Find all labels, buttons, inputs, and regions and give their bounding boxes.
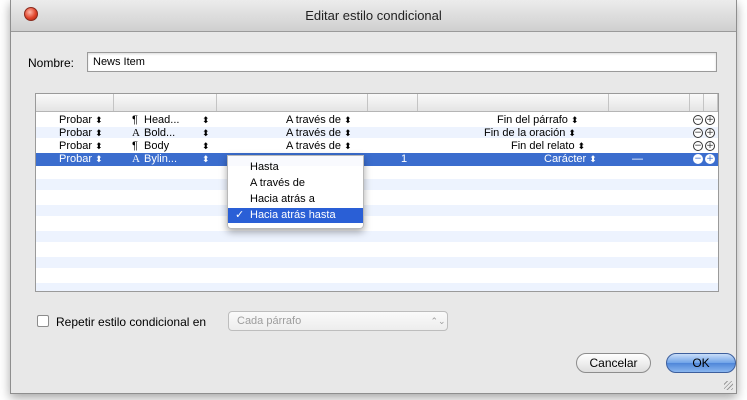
test-popup[interactable]: Probar ⬍ — [59, 128, 103, 139]
test-popup[interactable]: Probar ⬍ — [59, 154, 103, 165]
repeat-label: Repetir estilo condicional en — [56, 315, 207, 329]
checkmark-icon: ✓ — [235, 209, 245, 221]
menu-item-hacia-atras-hasta[interactable]: ✓ Hacia atrás hasta — [228, 208, 363, 223]
column-header[interactable] — [704, 94, 718, 111]
count-field[interactable]: 1 — [401, 154, 407, 165]
add-row-icon[interactable]: + — [705, 128, 715, 138]
window-title: Editar estilo condicional — [305, 8, 442, 23]
pilcrow-icon: ¶ — [132, 114, 138, 126]
style-popup[interactable]: Bylin... — [144, 154, 177, 165]
add-row-icon[interactable]: + — [705, 154, 715, 164]
unit-popup[interactable]: Fin del párrafo ⬍ — [497, 115, 579, 126]
add-row-icon[interactable]: + — [705, 115, 715, 125]
repeat-checkbox[interactable] — [37, 315, 49, 327]
resize-grip-icon[interactable] — [724, 381, 733, 390]
menu-item-a-traves-de[interactable]: A través de — [228, 176, 363, 191]
menu-item-hacia-atras-a[interactable]: Hacia atrás a — [228, 192, 363, 207]
table-row — [36, 205, 718, 216]
table-row — [36, 257, 718, 268]
relation-popup[interactable]: A través de ⬍ — [286, 141, 352, 152]
table-header — [36, 94, 718, 112]
test-popup[interactable]: Probar ⬍ — [59, 141, 103, 152]
menu-item-hasta[interactable]: Hasta — [228, 160, 363, 175]
unit-popup[interactable]: Fin de la oración ⬍ — [484, 128, 576, 139]
table-row — [36, 283, 718, 291]
character-style-icon: A — [132, 127, 140, 139]
column-header[interactable] — [690, 94, 704, 111]
test-popup[interactable]: Probar ⬍ — [59, 115, 103, 126]
column-header[interactable] — [217, 94, 368, 111]
name-label: Nombre: — [28, 56, 75, 70]
unit-popup[interactable]: Fin del relato ⬍ — [511, 141, 585, 152]
add-row-icon[interactable]: + — [705, 141, 715, 151]
pilcrow-icon: ¶ — [132, 140, 138, 152]
updown-arrows-icon[interactable]: ⬍ — [202, 128, 210, 139]
updown-arrows-icon[interactable]: ⬍ — [202, 141, 210, 152]
table-row — [36, 179, 718, 190]
name-field[interactable]: News Item — [87, 52, 717, 72]
column-header[interactable] — [36, 94, 114, 111]
relation-popup[interactable]: A través de ⬍ — [286, 115, 352, 126]
title-bar[interactable]: Editar estilo condicional — [11, 0, 736, 32]
dialog-window: Editar estilo condicional Nombre: News I… — [10, 0, 737, 394]
column-header[interactable] — [368, 94, 418, 111]
selected-table-row[interactable]: Probar ⬍ A Bylin... ⬍ 1 Carácter ⬍ — − + — [36, 153, 718, 166]
relation-dropdown-menu: Hasta A través de Hacia atrás a ✓ Hacia … — [227, 155, 364, 229]
repeat-scope-popup[interactable]: Cada párrafo ⌃⌄ — [228, 311, 448, 331]
stepper-arrows-icon: ⌃⌄ — [430, 316, 446, 326]
remove-row-icon[interactable]: − — [693, 115, 703, 125]
remove-row-icon[interactable]: − — [693, 141, 703, 151]
ok-button[interactable]: OK — [666, 353, 736, 373]
table-row[interactable] — [36, 140, 718, 151]
remove-row-icon[interactable]: − — [693, 128, 703, 138]
style-popup[interactable]: Bold... — [144, 128, 175, 139]
cancel-button[interactable]: Cancelar — [576, 353, 651, 373]
style-popup[interactable]: Body — [144, 141, 169, 152]
extra-field: — — [632, 153, 643, 165]
character-style-icon: A — [132, 153, 140, 165]
table-row[interactable] — [36, 114, 718, 125]
updown-arrows-icon[interactable]: ⬍ — [202, 154, 210, 165]
conditional-rules-table: Probar ⬍ ¶ Head... ⬍ A través de ⬍ Fin d… — [35, 93, 719, 292]
relation-popup[interactable]: A través de ⬍ — [286, 128, 352, 139]
table-row — [36, 231, 718, 242]
updown-arrows-icon[interactable]: ⬍ — [202, 115, 210, 126]
style-popup[interactable]: Head... — [144, 115, 179, 126]
unit-popup[interactable]: Carácter ⬍ — [544, 154, 597, 165]
remove-row-icon[interactable]: − — [693, 154, 703, 164]
column-header[interactable] — [114, 94, 217, 111]
column-header[interactable] — [418, 94, 609, 111]
column-header[interactable] — [609, 94, 690, 111]
